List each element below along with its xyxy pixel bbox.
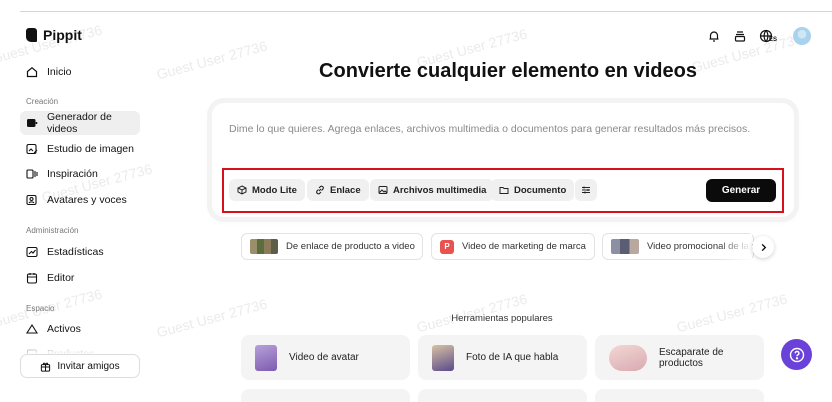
film-icon: [26, 169, 38, 179]
home-icon: [26, 67, 38, 78]
sidebar-item-label: Inicio: [47, 66, 72, 78]
sidebar-item-estudio-de-imagen[interactable]: Estudio de imagen: [20, 137, 140, 161]
sidebar-item-inspiracion[interactable]: Inspiración: [20, 162, 140, 186]
sidebar-item-avatares-y-voces[interactable]: Avatares y voces: [20, 188, 140, 212]
tool-card-label: Foto de IA que habla: [466, 352, 559, 363]
help-icon: [789, 347, 804, 362]
sidebar-item-editor[interactable]: Editor: [20, 266, 140, 290]
tool-card-partial[interactable]: [418, 389, 587, 402]
sidebar-item-label: Estudio de imagen: [47, 143, 134, 155]
next-suggestions-button[interactable]: [752, 236, 774, 258]
sidebar-item-generador-de-videos[interactable]: Generador de videos: [20, 111, 140, 135]
suggestion-thumbnail: [250, 239, 278, 254]
tool-card-partial[interactable]: [241, 389, 410, 402]
tool-card-partial[interactable]: [595, 389, 764, 402]
scroll-fade: [718, 234, 752, 260]
avatar[interactable]: [793, 27, 812, 45]
suggestion-label: Video de marketing de marca: [462, 241, 586, 252]
brand-badge: P: [440, 239, 454, 254]
tool-card-product-showcase[interactable]: Escaparate de productos: [595, 335, 764, 380]
suggestion-thumbnail: [611, 239, 639, 254]
section-title-creacion: Creación: [26, 97, 59, 106]
sidebar-item-estadisticas[interactable]: Estadísticas: [20, 240, 140, 264]
tool-card-thumbnail: [609, 344, 647, 371]
tool-card-avatar-video[interactable]: Video de avatar: [241, 335, 410, 380]
inbox-icon[interactable]: [733, 29, 747, 43]
calendar-icon: [26, 273, 38, 284]
header-actions: ES: [707, 27, 812, 45]
language-badge: ES: [769, 37, 778, 43]
app-name: Pippit: [43, 27, 82, 43]
tool-card-label: Video de avatar: [289, 352, 359, 363]
section-title-administracion: Administración: [26, 226, 79, 235]
chart-icon: [26, 246, 38, 258]
gift-icon: [41, 362, 51, 372]
sidebar-item-label: Editor: [47, 272, 75, 284]
sidebar-item-label: Generador de videos: [47, 111, 112, 135]
sidebar-item-label: Avatares y voces: [47, 194, 127, 206]
top-divider: [20, 11, 832, 12]
cloud-icon: [26, 323, 38, 334]
sidebar-item-inicio[interactable]: Inicio: [20, 60, 140, 84]
prompt-input[interactable]: Dime lo que quieres. Agrega enlaces, arc…: [229, 123, 750, 135]
suggestion-chip-brand-marketing[interactable]: P Video de marketing de marca: [431, 233, 595, 260]
section-title-espacio: Espacio: [26, 304, 55, 313]
sidebar-item-label: Activos: [47, 323, 81, 335]
highlight-box: [222, 168, 784, 213]
language-selector[interactable]: ES: [759, 29, 781, 43]
suggestion-chip-product-link[interactable]: De enlace de producto a video: [241, 233, 423, 260]
avatar-icon: [26, 194, 37, 206]
sidebar-item-label: Inspiración: [47, 168, 98, 180]
tool-card-thumbnail: [255, 344, 277, 371]
suggestion-label: De enlace de producto a video: [286, 241, 415, 252]
invite-friends-label: Invitar amigos: [57, 360, 120, 372]
pippit-logo-icon: [26, 28, 37, 42]
sidebar-item-activos[interactable]: Activos: [20, 317, 140, 341]
sidebar-item-label: Estadísticas: [47, 246, 104, 258]
tool-card-label: Escaparate de productos: [659, 346, 724, 369]
chevron-right-icon: [761, 243, 766, 251]
page-title: Convierte cualquier elemento en videos: [319, 60, 697, 82]
tool-card-thumbnail: [432, 344, 454, 371]
video-plus-icon: [27, 119, 38, 127]
app-logo[interactable]: Pippit: [26, 27, 82, 43]
bell-icon[interactable]: [707, 29, 721, 43]
tool-card-talking-photo[interactable]: Foto de IA que habla: [418, 335, 587, 380]
invite-friends-button[interactable]: Invitar amigos: [20, 354, 140, 378]
image-edit-icon: [26, 143, 38, 155]
popular-tools-title: Herramientas populares: [451, 313, 553, 324]
help-button[interactable]: [781, 339, 812, 370]
